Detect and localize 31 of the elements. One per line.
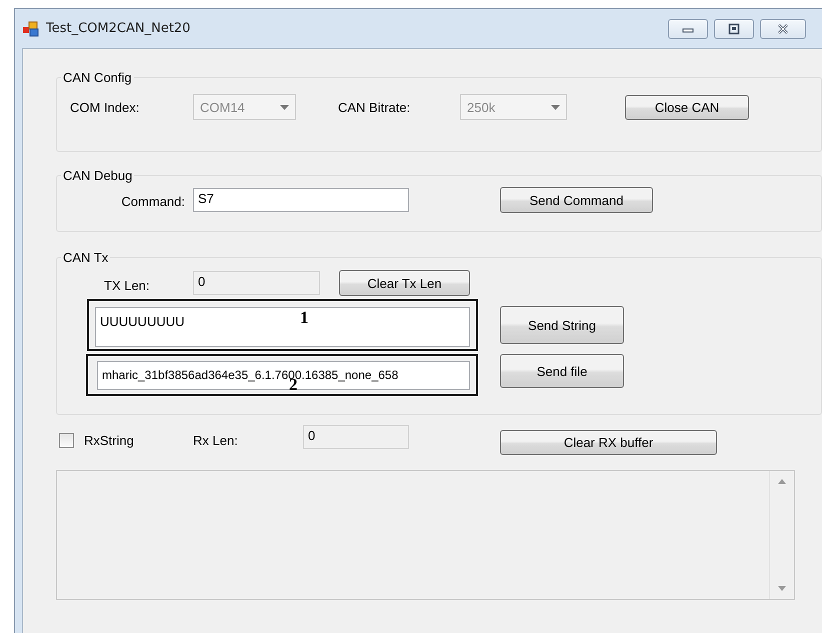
field-label: COM Index: — [70, 100, 140, 114]
rx-len-field[interactable]: 0 — [303, 425, 409, 449]
app-icon — [23, 20, 40, 36]
send-file-button[interactable]: Send file — [500, 354, 624, 388]
minimize-button[interactable] — [668, 18, 708, 38]
maximize-button[interactable] — [714, 18, 754, 38]
close-can-button[interactable]: Close CAN — [625, 94, 749, 120]
maximize-icon — [728, 22, 740, 34]
scroll-up-icon[interactable] — [778, 479, 786, 484]
group-title: CAN Tx — [62, 250, 110, 265]
checkbox-label: RxString — [84, 432, 135, 448]
send-string-button[interactable]: Send String — [500, 306, 624, 344]
field-label: TX Len: — [104, 276, 151, 292]
field-label: Rx Len: — [193, 432, 239, 448]
field-label: CAN Bitrate: — [338, 100, 412, 114]
rxstring-checkbox[interactable] — [59, 432, 74, 448]
dropdown-arrow-icon — [550, 104, 560, 110]
dropdown-arrow-icon — [280, 104, 288, 110]
close-icon — [777, 22, 789, 34]
clear-tx-len-button[interactable]: Clear Tx Len — [339, 270, 470, 296]
close-button[interactable] — [760, 18, 806, 38]
field-label: Command: — [120, 192, 186, 208]
annotation-number: 1 — [300, 309, 308, 326]
group-title: CAN Config — [62, 70, 133, 85]
tx-len-field[interactable]: 0 — [193, 271, 320, 295]
scroll-down-icon[interactable] — [778, 586, 786, 591]
group-title: CAN Debug — [62, 168, 134, 183]
clear-rx-buffer-button[interactable]: Clear RX buffer — [500, 430, 717, 455]
command-field[interactable]: S7 — [193, 188, 409, 212]
send-command-button[interactable]: Send Command — [500, 187, 653, 213]
window-title: Test_COM2CAN_Net20 — [46, 21, 192, 36]
